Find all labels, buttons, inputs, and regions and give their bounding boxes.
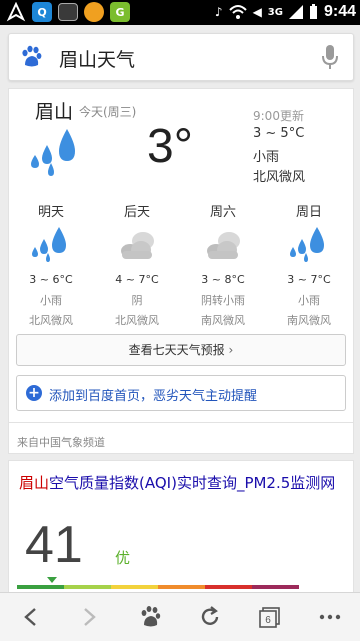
rain-icon (32, 227, 66, 262)
chevron-right-icon: › (228, 343, 234, 357)
microphone-icon[interactable] (321, 44, 339, 70)
location-icon (6, 2, 26, 22)
current-temperature: 3° (147, 120, 193, 173)
refresh-button[interactable] (196, 603, 224, 631)
forecast-day: 后天 4 ~ 7°C 阴 北风微风 (99, 201, 175, 328)
wifi-icon (228, 5, 247, 19)
signal-icon (288, 5, 303, 19)
rain-icon (31, 129, 75, 176)
source-footer: 来自中国气象频道 (9, 422, 353, 450)
today-condition: 小雨 (253, 150, 280, 165)
forecast-day-label: 明天 (37, 205, 64, 220)
forecast-range: 3 ~ 6°C (29, 273, 73, 286)
aqi-pointer-icon (47, 577, 57, 583)
status-bar: Q G ♪ ◀ 3G 9:44 (0, 0, 360, 25)
battery-icon (309, 4, 317, 19)
aqi-scale-segment (64, 585, 111, 589)
cloudy-icon (207, 232, 240, 259)
today-range: 3 ~ 5°C (253, 126, 305, 141)
forecast-range: 4 ~ 7°C (115, 273, 159, 286)
aqi-card: 眉山空气质量指数(AQI)实时查询_PM2.5监测网 41 优 (8, 460, 354, 602)
forecast-wind: 南风微风 (287, 314, 331, 327)
app-store-icon: G (110, 2, 130, 22)
forecast-day: 周日 3 ~ 7°C 小雨 南风微风 (271, 201, 347, 328)
qq-icon: Q (32, 2, 52, 22)
battery-app-icon (58, 3, 78, 21)
add-to-homepage-label: 添加到百度首页，恶劣天气主动提醒 (49, 389, 258, 404)
update-time: 9:00更新 (253, 109, 304, 123)
aqi-result-link[interactable]: 眉山空气质量指数(AQI)实时查询_PM2.5监测网 (19, 473, 345, 494)
rain-icon (290, 227, 324, 262)
music-icon: ♪ (214, 5, 223, 19)
baidu-paw-icon (141, 606, 161, 627)
clock: 9:44 (323, 3, 356, 20)
network-type: 3G (267, 6, 283, 18)
seven-day-forecast-label: 查看七天天气预报 (128, 343, 225, 357)
home-button[interactable] (136, 603, 164, 631)
search-bar[interactable]: 眉山天气 (8, 33, 354, 81)
more-icon (319, 614, 341, 620)
forecast-condition: 小雨 (40, 294, 62, 307)
cloudy-icon (121, 232, 154, 259)
add-to-homepage-button[interactable]: + 添加到百度首页，恶劣天气主动提醒 (16, 375, 346, 411)
seven-day-forecast-button[interactable]: 查看七天天气预报 › (16, 334, 346, 366)
aqi-value: 41 (25, 516, 83, 574)
tabs-button[interactable]: 6 (256, 603, 284, 631)
forecast-day: 明天 3 ~ 6°C 小雨 北风微风 (13, 201, 89, 328)
forecast-wind: 北风微风 (29, 314, 73, 327)
forward-button[interactable] (76, 603, 104, 631)
forecast-wind: 南风微风 (201, 314, 245, 327)
forecast-condition: 阴 (131, 294, 143, 307)
forecast-wind: 北风微风 (115, 314, 159, 327)
search-input[interactable]: 眉山天气 (59, 45, 135, 72)
chat-icon (84, 2, 104, 22)
system-indicators: ♪ ◀ 3G 9:44 (215, 3, 356, 21)
forward-arrow-icon (84, 608, 96, 626)
mute-icon: ◀ (252, 5, 262, 19)
city-name: 眉山 (35, 101, 74, 123)
refresh-icon (201, 606, 219, 625)
svg-text:6: 6 (265, 615, 271, 626)
aqi-title-text: 空气质量指数(AQI)实时查询_PM2.5监测网 (49, 474, 336, 492)
browser-toolbar: 6 (0, 592, 360, 641)
source-label: 来自中国气象频道 (17, 436, 105, 449)
today-wind: 北风微风 (253, 170, 306, 185)
today-label: 今天(周三) (79, 105, 137, 119)
notification-icons: Q G (6, 2, 130, 22)
back-arrow-icon (24, 608, 36, 626)
plus-circle-icon: + (26, 385, 42, 401)
back-button[interactable] (16, 603, 44, 631)
aqi-scale-segment (252, 585, 299, 589)
baidu-logo-icon[interactable] (19, 45, 43, 69)
aqi-title-city: 眉山 (19, 474, 50, 492)
forecast-day-label: 周日 (295, 205, 322, 220)
forecast-day-label: 周六 (209, 205, 236, 220)
tabs-icon: 6 (259, 607, 280, 628)
aqi-scale-segment (111, 585, 158, 589)
aqi-level: 优 (115, 549, 131, 567)
forecast-condition: 小雨 (298, 294, 320, 307)
forecast-range: 3 ~ 8°C (201, 273, 245, 286)
forecast-day-label: 后天 (123, 205, 150, 220)
aqi-scale-bar (17, 585, 299, 589)
weather-card: 眉山 今天(周三) 3° 9:00更新 3 ~ 5°C 小雨 北风微风 明天 3… (8, 88, 354, 454)
menu-button[interactable] (316, 603, 344, 631)
forecast-range: 3 ~ 7°C (287, 273, 331, 286)
aqi-scale-segment (158, 585, 205, 589)
forecast-day: 周六 3 ~ 8°C 阴转小雨 南风微风 (185, 201, 261, 328)
aqi-scale-segment (17, 585, 64, 589)
aqi-scale-segment (205, 585, 252, 589)
forecast-condition: 阴转小雨 (201, 294, 245, 307)
